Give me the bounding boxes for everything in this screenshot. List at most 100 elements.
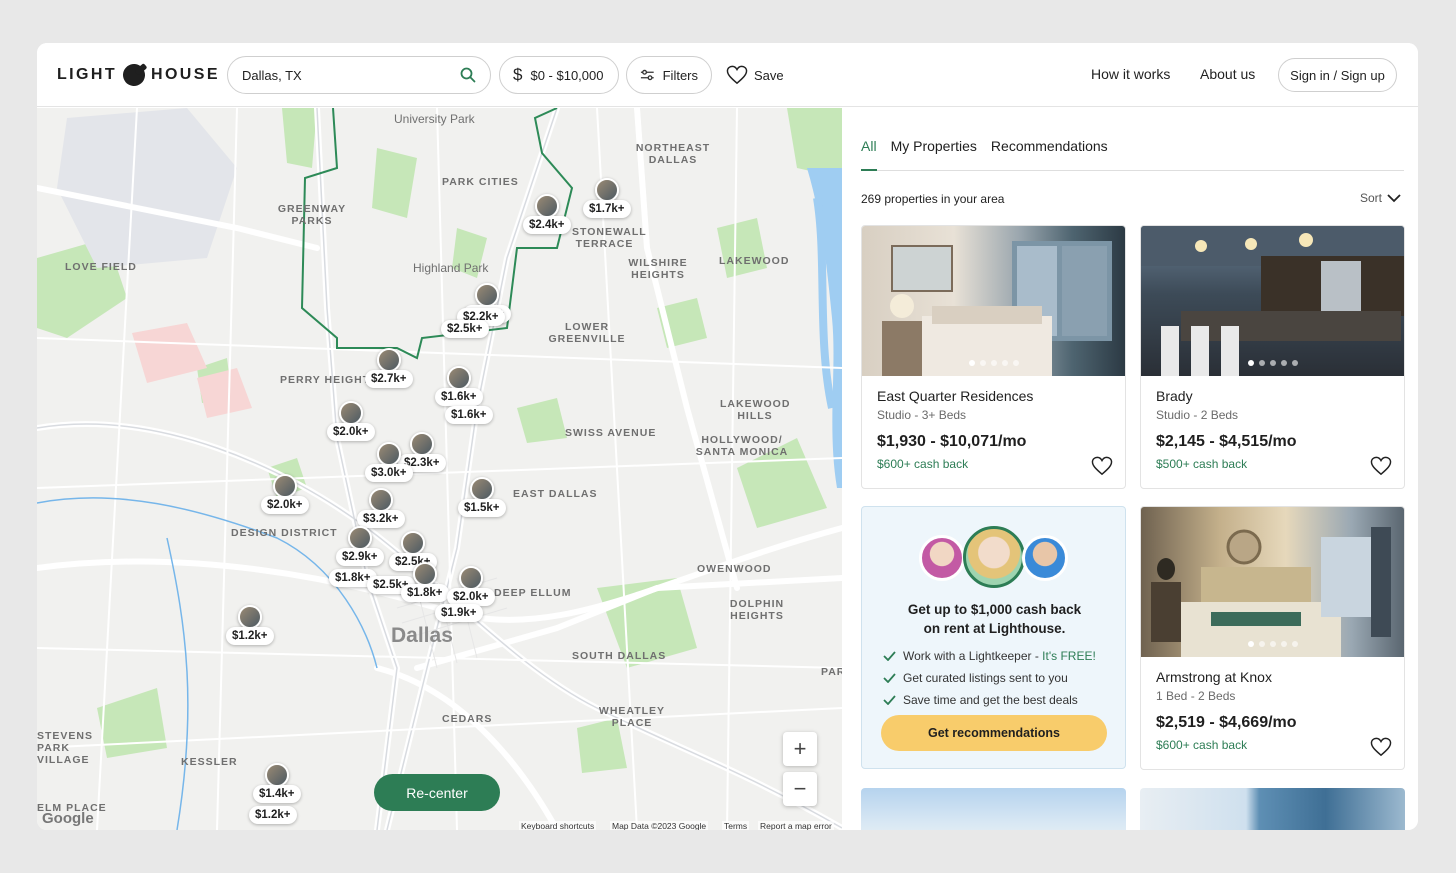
lighthouse-logo-icon [118,59,150,91]
property-photo[interactable] [1141,226,1404,376]
marker-price: $1.8k+ [401,584,449,602]
tab-all[interactable]: All [861,138,877,171]
map-label: STEVENS PARK VILLAGE [37,730,94,766]
benefit-free: It's FREE! [1042,649,1096,663]
map-marker[interactable]: $1.5k+ [458,477,506,517]
map-marker[interactable]: $1.8k+ [401,562,449,602]
property-photo[interactable] [862,226,1125,376]
map-marker[interactable]: $1.2k+ [226,605,274,645]
promo-title-line2: on rent at Lighthouse. [923,621,1066,636]
marker-price: $3.0k+ [365,464,413,482]
about-us-link[interactable]: About us [1200,66,1255,82]
tab-my-properties[interactable]: My Properties [891,138,977,171]
logo[interactable]: LIGHT HOUSE [57,59,220,91]
favorite-heart-icon[interactable] [1370,737,1392,757]
property-thumb [272,474,297,498]
keyboard-shortcuts-link[interactable]: Keyboard shortcuts [519,821,597,830]
property-card[interactable]: Brady Studio - 2 Beds $2,145 - $4,515/mo… [1140,225,1405,489]
header: LIGHT HOUSE $ $0 - $10,000 Filters Save … [37,43,1418,107]
map-marker[interactable]: $1.4k+ [253,763,301,803]
property-thumb [376,442,401,466]
terms-link[interactable]: Terms [722,821,750,830]
map-label: LAKEWOOD HILLS [720,398,791,422]
property-thumb [409,432,434,456]
zoom-in-button[interactable]: + [783,732,817,766]
favorite-heart-icon[interactable] [1370,456,1392,476]
property-name[interactable]: Armstrong at Knox [1156,669,1389,685]
lightkeeper-avatar [919,535,965,581]
property-card-partial[interactable] [861,788,1126,830]
map-marker[interactable]: $2.7k+ [365,348,413,388]
property-name[interactable]: Brady [1156,388,1389,404]
map-marker[interactable]: $2.0k+ [327,401,375,441]
map-marker[interactable]: $3.0k+ [365,442,413,482]
how-it-works-link[interactable]: How it works [1091,66,1170,82]
benefit-text: Get curated listings sent to you [903,671,1068,685]
get-recommendations-button[interactable]: Get recommendations [881,715,1107,751]
property-thumb [338,401,363,425]
promo-benefits-list: Work with a Lightkeeper - It's FREE! Get… [883,645,1096,711]
map-marker[interactable]: $3.2k+ [357,488,405,528]
map-marker[interactable]: $1.9k+ [435,604,483,622]
property-name[interactable]: East Quarter Residences [877,388,1110,404]
property-photo[interactable] [1141,507,1404,657]
search-icon[interactable] [460,67,476,83]
map-marker[interactable]: $1.2k+ [249,806,297,824]
map-marker[interactable]: $2.4k+ [523,194,571,234]
map-marker[interactable]: $1.6k+ [435,366,483,406]
property-thumb [264,763,289,787]
map-label: LAKEWOOD [719,255,790,267]
promo-title-line1: Get up to $1,000 cash back [907,602,1082,617]
map-data-attribution: Map Data ©2023 Google [610,821,709,830]
sign-in-button[interactable]: Sign in / Sign up [1278,58,1397,92]
carousel-dots[interactable] [1141,641,1404,647]
map-label: SOUTH DALLAS [572,650,667,662]
property-thumb [458,566,483,590]
marker-price: $2.0k+ [327,423,375,441]
map-label: Highland Park [413,261,489,275]
zoom-out-button[interactable]: − [783,772,817,806]
map-marker[interactable]: $1.6k+ [445,406,493,424]
map-marker[interactable]: $2.9k+ [336,526,384,566]
marker-price: $2.5k+ [441,320,489,338]
marker-price: $1.6k+ [445,406,493,424]
marker-price: $1.4k+ [253,785,301,803]
map-marker[interactable]: $1.7k+ [583,178,631,218]
marker-price: $2.7k+ [365,370,413,388]
lightkeeper-avatar [963,526,1025,588]
property-card-partial[interactable] [1140,788,1405,830]
price-filter-label: $0 - $10,000 [530,67,604,83]
sort-dropdown[interactable]: Sort [1360,191,1401,205]
property-thumb [469,477,494,501]
save-search-button[interactable]: Save [726,56,784,94]
report-map-error-link[interactable]: Report a map error [758,821,834,830]
carousel-dots[interactable] [862,360,1125,366]
property-card[interactable]: East Quarter Residences Studio - 3+ Beds… [861,225,1126,489]
marker-price: $2.9k+ [336,548,384,566]
favorite-heart-icon[interactable] [1091,456,1113,476]
list-item: Save time and get the best deals [883,689,1096,711]
price-filter-button[interactable]: $ $0 - $10,000 [499,56,619,94]
map-marker[interactable]: $2.5k+ [441,320,489,338]
property-thumb [237,605,262,629]
map[interactable]: University Park NORTHEAST DALLAS PARK CI… [37,108,842,830]
map-marker[interactable]: $2.0k+ [261,474,309,514]
filters-button[interactable]: Filters [626,56,712,94]
property-card[interactable]: Armstrong at Knox 1 Bed - 2 Beds $2,519 … [1140,506,1405,770]
map-label: EAST DALLAS [513,488,598,500]
search-input[interactable] [242,67,460,83]
cash-back: $600+ cash back [877,457,969,471]
map-label: KESSLER [181,756,238,768]
map-label: GREENWAY PARKS [277,203,347,227]
recenter-button[interactable]: Re-center [374,774,500,811]
tab-recommendations[interactable]: Recommendations [991,138,1108,171]
map-label-city: Dallas [391,624,453,647]
benefit-text: Work with a Lightkeeper - [903,649,1043,663]
logo-right: HOUSE [151,66,220,83]
map-marker[interactable]: $2.0k+ [447,566,495,606]
search-box[interactable] [227,56,491,94]
carousel-dots[interactable] [1141,360,1404,366]
map-label: University Park [394,112,475,126]
results-panel: All My Properties Recommendations 269 pr… [843,108,1418,830]
filters-label: Filters [662,67,698,83]
